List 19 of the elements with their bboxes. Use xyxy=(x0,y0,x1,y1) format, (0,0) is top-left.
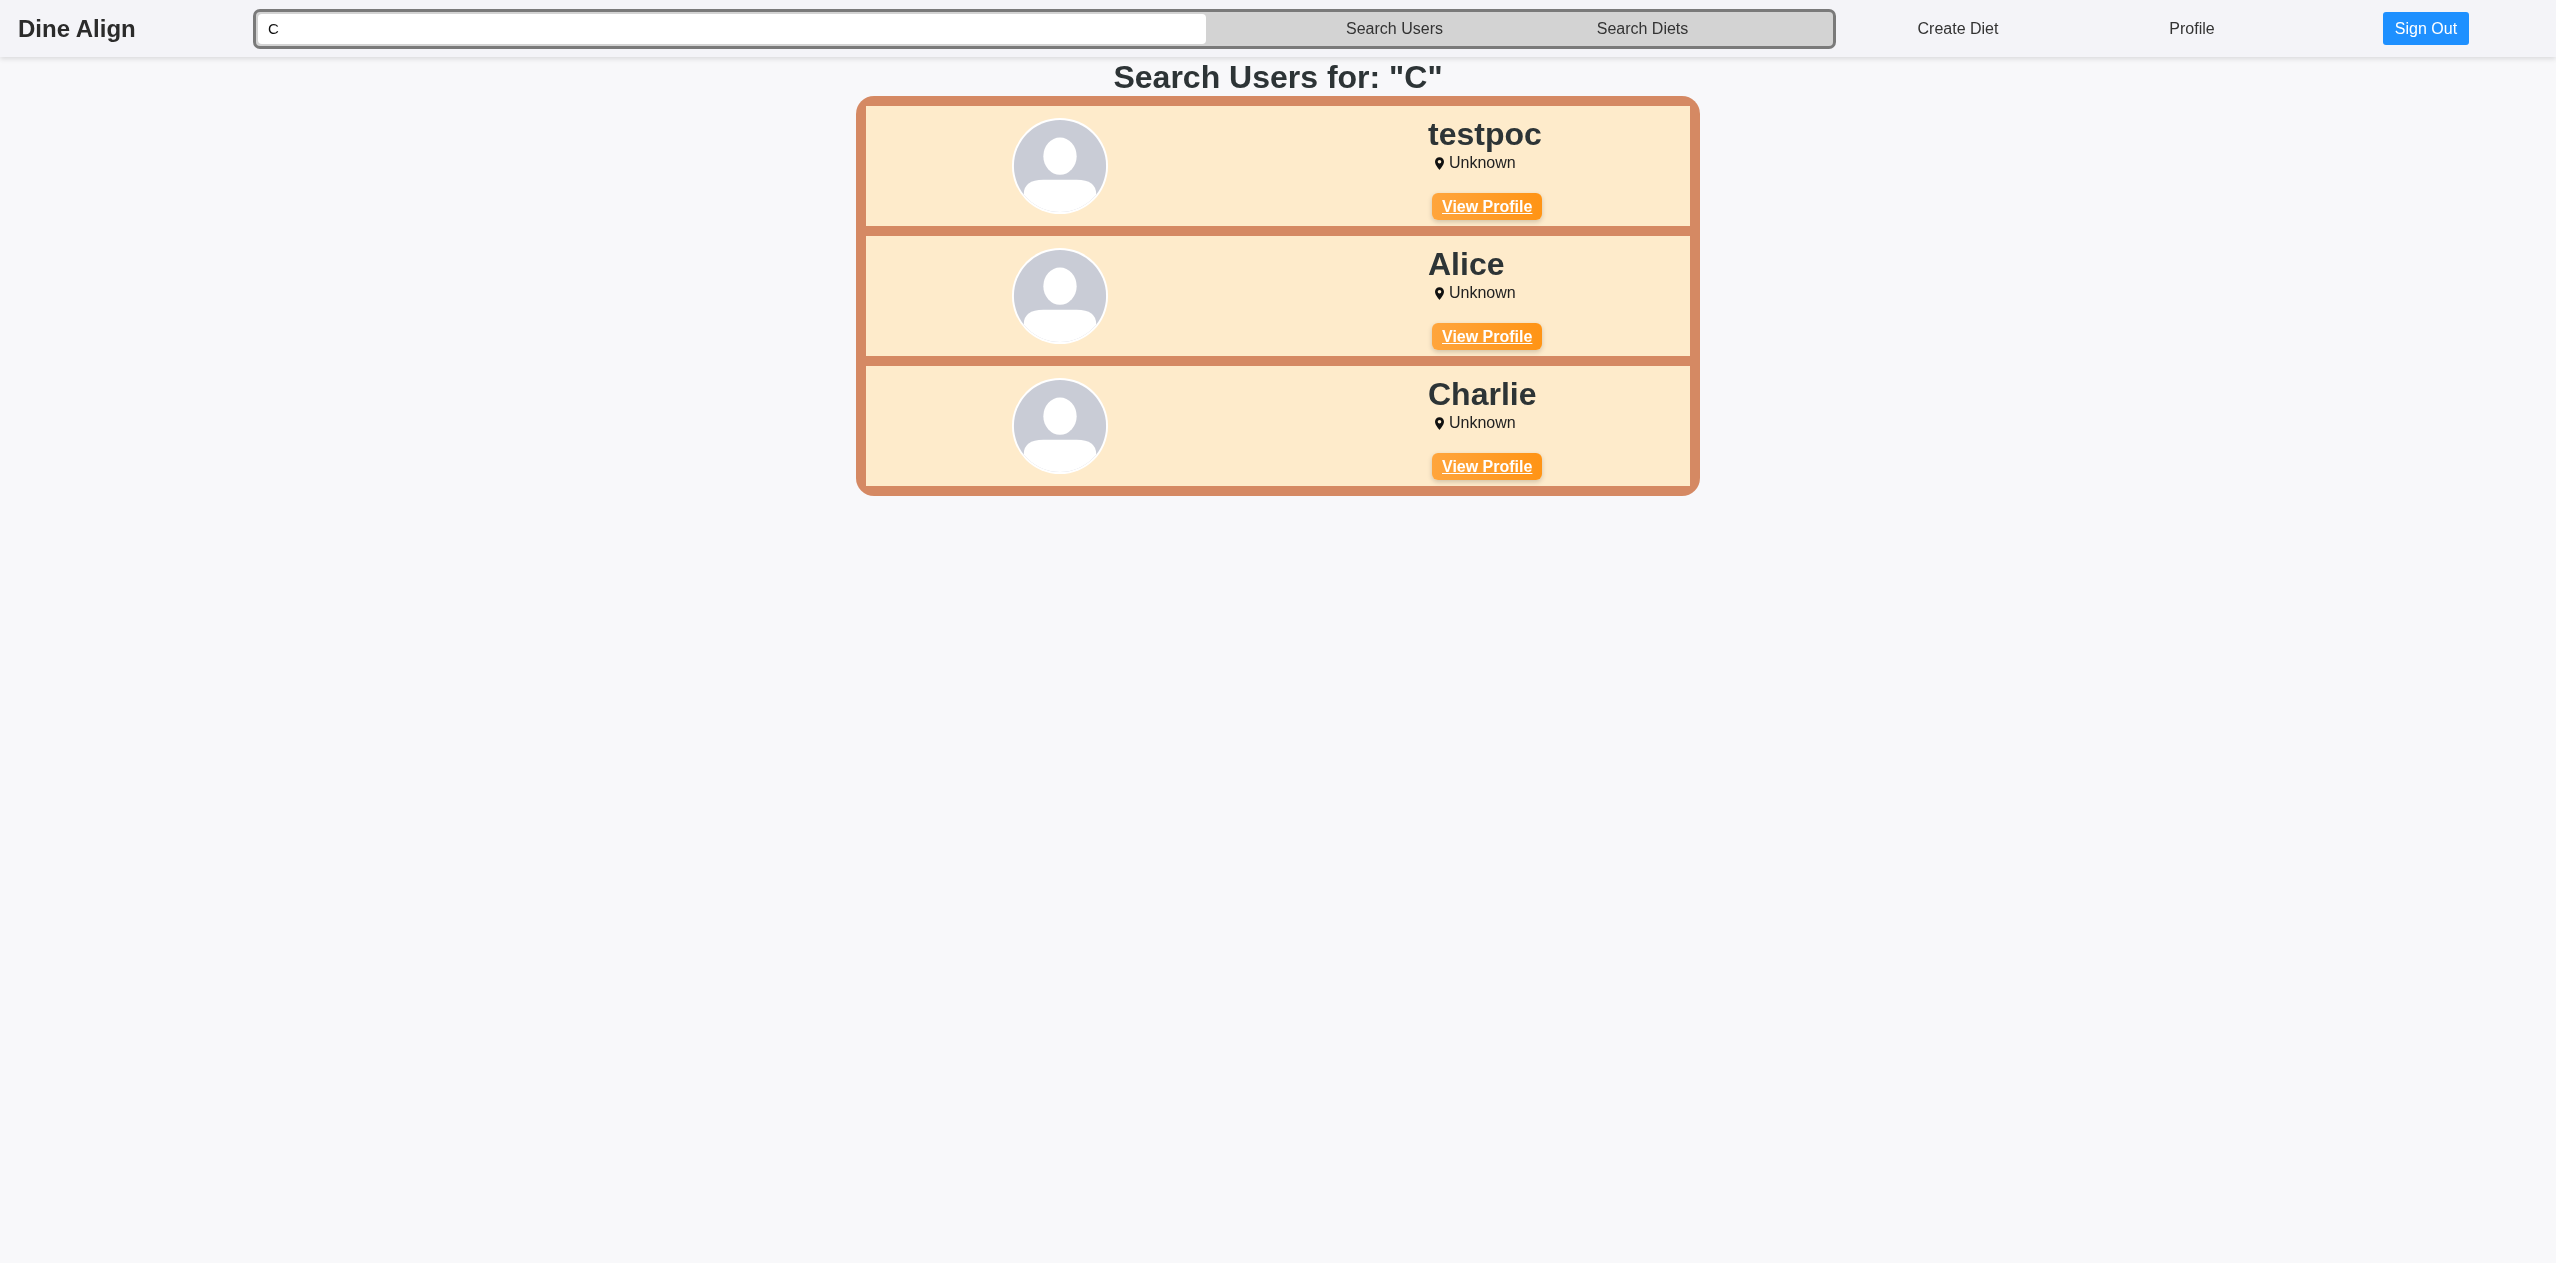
user-name: Charlie xyxy=(1428,376,1537,413)
user-name: Alice xyxy=(1428,246,1505,283)
avatar-icon xyxy=(1010,116,1110,216)
nav-link[interactable]: Create Diet xyxy=(1917,18,1999,39)
avatar-icon xyxy=(1010,246,1110,346)
user-name: testpoc xyxy=(1428,116,1542,153)
user-location: Unknown xyxy=(1449,154,1516,172)
location-pin-icon xyxy=(1435,286,1444,300)
search-option-button[interactable]: Search Diets xyxy=(1518,13,1767,44)
results-heading: Search Users for: "C" xyxy=(1112,59,1444,96)
search-field[interactable]: C xyxy=(258,13,1206,44)
nav-link[interactable]: Profile xyxy=(2169,18,2215,39)
search-option-button[interactable]: Search Users xyxy=(1270,13,1519,44)
location-pin-icon xyxy=(1435,156,1444,170)
user-location: Unknown xyxy=(1449,284,1516,302)
avatar-icon xyxy=(1010,376,1110,476)
user-location: Unknown xyxy=(1449,414,1516,432)
location-pin-icon xyxy=(1435,416,1444,430)
app-logo[interactable]: Dine Align xyxy=(18,14,136,42)
